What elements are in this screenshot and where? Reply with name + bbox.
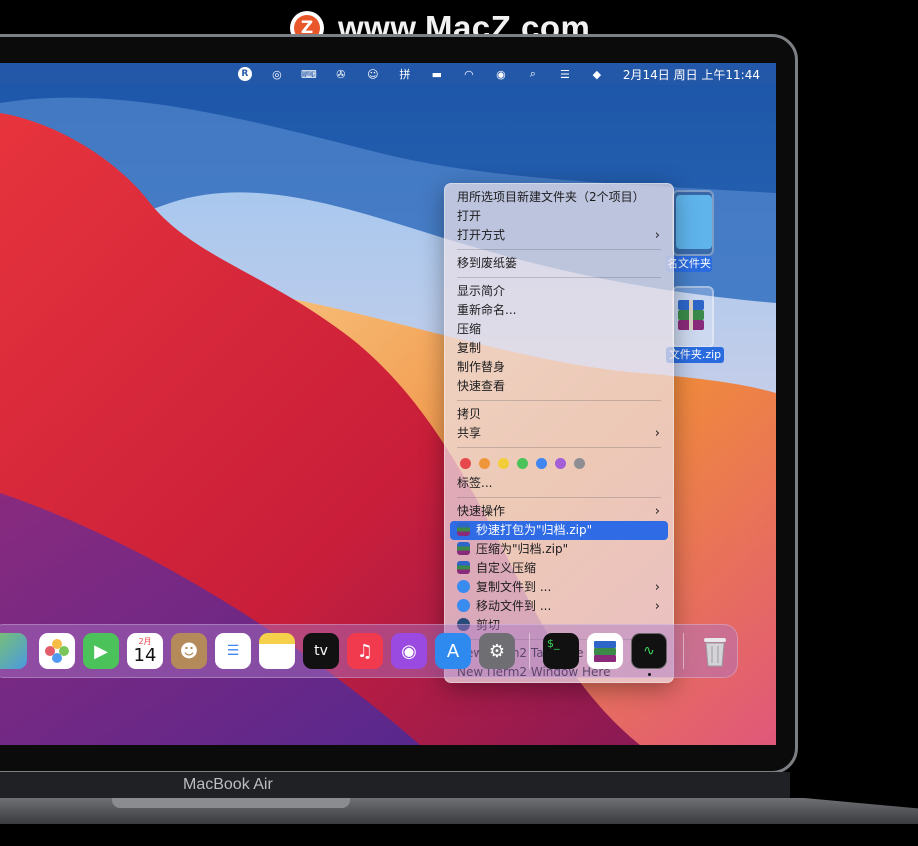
activity-monitor-app-icon[interactable]: ∿ xyxy=(631,633,667,669)
zip-label[interactable]: 文件夹.zip xyxy=(666,347,724,363)
paperclip-icon[interactable]: ✇ xyxy=(333,66,349,82)
tag-gray[interactable] xyxy=(574,457,585,469)
archive-icon[interactable] xyxy=(676,296,706,334)
archive-icon xyxy=(457,561,470,574)
facetime-app-icon[interactable]: ▶ xyxy=(83,633,119,669)
keyboard-icon[interactable]: ⌨ xyxy=(301,66,317,82)
notes-app-icon[interactable] xyxy=(259,633,295,669)
menu-separator xyxy=(457,277,661,278)
battery-icon[interactable]: ▬ xyxy=(429,66,445,82)
rottenwood-icon[interactable]: R xyxy=(237,66,253,82)
menu-quick-actions[interactable]: 快速操作 › xyxy=(450,502,668,521)
trash-can-icon xyxy=(704,638,726,667)
tag-yellow[interactable] xyxy=(498,457,509,469)
running-indicator xyxy=(648,673,651,676)
terminal-app-icon[interactable]: $_ xyxy=(543,633,579,669)
move-arrow-icon xyxy=(457,599,470,612)
dock-divider xyxy=(529,633,530,669)
menu-tags[interactable]: 标签... xyxy=(450,474,668,493)
menu-fast-zip[interactable]: 秒速打包为"归档.zip" xyxy=(450,521,668,540)
search-icon[interactable]: ⌕ xyxy=(525,66,541,82)
tag-blue[interactable] xyxy=(536,457,547,469)
archive-stack-icon xyxy=(594,641,616,662)
podcasts-app-icon[interactable]: ◉ xyxy=(391,633,427,669)
menu-get-info[interactable]: 显示简介 xyxy=(450,282,668,301)
menu-move-to-trash[interactable]: 移到废纸篓 xyxy=(450,254,668,273)
user-icon[interactable]: ◉ xyxy=(493,66,509,82)
menu-open[interactable]: 打开 xyxy=(450,207,668,226)
menu-open-with[interactable]: 打开方式 › xyxy=(450,226,668,245)
siri-icon[interactable]: ◆ xyxy=(589,66,605,82)
laptop-hinge-notch xyxy=(112,798,350,808)
chevron-right-icon: › xyxy=(654,426,660,441)
menu-clock[interactable]: 2月14日 周日 上午11:44 xyxy=(623,66,760,83)
copy-arrow-icon xyxy=(457,580,470,593)
tag-colors xyxy=(450,452,668,474)
menu-copy[interactable]: 拷贝 xyxy=(450,405,668,424)
tag-green[interactable] xyxy=(517,457,528,469)
reminders-app-icon[interactable]: ☰ xyxy=(215,633,251,669)
tag-purple[interactable] xyxy=(555,457,566,469)
menu-compress[interactable]: 压缩 xyxy=(450,320,668,339)
menu-copy-file-to[interactable]: 复制文件到 ... › xyxy=(450,578,668,597)
wifi-icon[interactable]: ◠ xyxy=(461,66,477,82)
menu-duplicate[interactable]: 复制 xyxy=(450,339,668,358)
menu-separator xyxy=(457,400,661,401)
smile-icon[interactable]: ☺ xyxy=(365,66,381,82)
chevron-right-icon: › xyxy=(654,599,660,614)
tag-orange[interactable] xyxy=(479,457,490,469)
menu-separator xyxy=(457,249,661,250)
menu-rename[interactable]: 重新命名... xyxy=(450,301,668,320)
menu-new-folder-with-selection[interactable]: 用所选项目新建文件夹（2个项目） xyxy=(450,188,668,207)
menu-separator xyxy=(457,447,661,448)
menu-share[interactable]: 共享 › xyxy=(450,424,668,443)
terminal-prompt: $_ xyxy=(547,637,560,650)
menu-quick-look[interactable]: 快速查看 xyxy=(450,377,668,396)
menu-bar: R ◎ ⌨ ✇ ☺ 拼 ▬ ◠ ◉ ⌕ ☰ ◆ 2月14日 周日 上午11:44 xyxy=(0,63,776,85)
photos-app-icon[interactable] xyxy=(39,633,75,669)
input-method-icon[interactable]: 拼 xyxy=(397,66,413,82)
control-center-icon[interactable]: ☰ xyxy=(557,66,573,82)
app-store-app-icon[interactable]: A xyxy=(435,633,471,669)
archive-icon xyxy=(457,542,470,555)
system-preferences-app-icon[interactable]: ⚙ xyxy=(479,633,515,669)
laptop-model-label: MacBook Air xyxy=(183,776,273,793)
menu-move-file-to[interactable]: 移动文件到 ... › xyxy=(450,597,668,616)
tag-red[interactable] xyxy=(460,457,471,469)
sync-icon[interactable]: ◎ xyxy=(269,66,285,82)
folder-icon[interactable] xyxy=(676,195,712,249)
chevron-right-icon: › xyxy=(654,580,660,595)
dock-divider xyxy=(683,633,684,669)
context-menu: 用所选项目新建文件夹（2个项目） 打开 打开方式 › 移到废纸篓 显示简介 重新命… xyxy=(444,183,674,683)
menu-separator xyxy=(457,497,661,498)
archiver-app-icon[interactable] xyxy=(587,633,623,669)
menu-make-alias[interactable]: 制作替身 xyxy=(450,358,668,377)
trash-icon[interactable] xyxy=(697,633,733,669)
chevron-right-icon: › xyxy=(654,228,660,243)
dock: ▶ 2月 14 ☻ ☰ tv ♫ ◉ A ⚙ $_ ∿ xyxy=(0,624,738,678)
calendar-day: 14 xyxy=(133,644,157,666)
archive-icon xyxy=(457,523,470,536)
maps-app-icon[interactable] xyxy=(0,633,27,669)
chevron-right-icon: › xyxy=(654,504,660,519)
calendar-app-icon[interactable]: 2月 14 xyxy=(127,633,163,669)
photos-flower-icon xyxy=(45,639,69,663)
contacts-app-icon[interactable]: ☻ xyxy=(171,633,207,669)
apple-tv-app-icon[interactable]: tv xyxy=(303,633,339,669)
music-app-icon[interactable]: ♫ xyxy=(347,633,383,669)
menu-compress-zip[interactable]: 压缩为"归档.zip" xyxy=(450,540,668,559)
tv-label: tv xyxy=(314,643,328,659)
menu-custom-compress[interactable]: 自定义压缩 xyxy=(450,559,668,578)
